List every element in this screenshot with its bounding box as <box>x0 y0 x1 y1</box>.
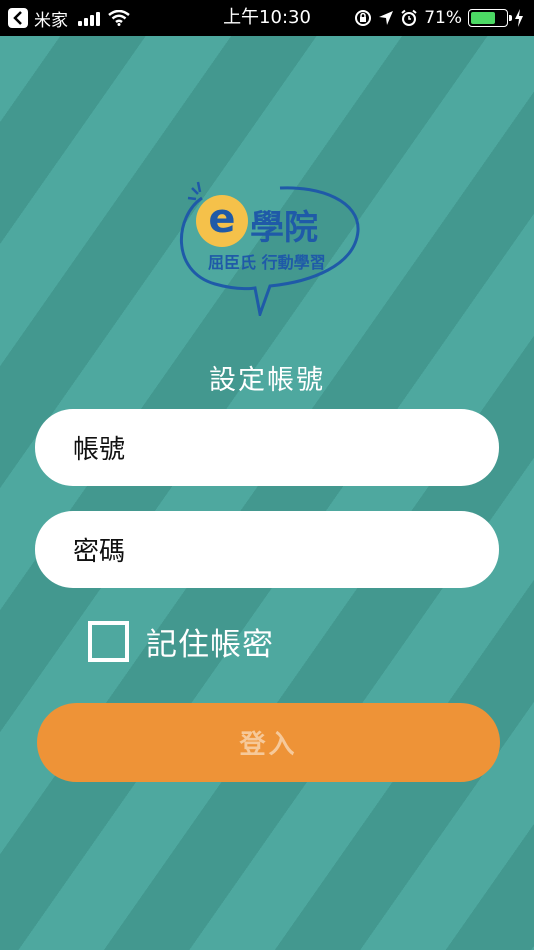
page-title: 設定帳號 <box>209 365 325 396</box>
battery-fill <box>471 12 496 24</box>
account-placeholder: 帳號 <box>73 435 126 465</box>
logo-letter: e <box>208 196 235 242</box>
password-placeholder: 密碼 <box>73 537 126 567</box>
location-icon <box>379 11 394 25</box>
battery-icon <box>468 9 512 27</box>
password-input[interactable]: 密碼 <box>35 511 499 588</box>
orientation-lock-icon <box>355 10 372 26</box>
remember-label[interactable]: 記住帳密 <box>146 619 274 664</box>
charging-icon <box>515 9 523 27</box>
battery-percent: 71% <box>424 8 462 28</box>
alarm-icon <box>401 9 417 26</box>
logo-tagline: 屈臣氏 行動學習 <box>208 253 326 272</box>
login-button[interactable]: 登入 <box>37 703 500 782</box>
status-bar: 米家 上午10:30 71% <box>0 0 534 36</box>
logo-brand-name: 學院 <box>250 208 318 248</box>
app-logo: e 學院 屈臣氏 行動學習 <box>180 181 360 316</box>
remember-credentials[interactable]: 記住帳密 <box>88 619 274 664</box>
login-label: 登入 <box>239 730 298 760</box>
remember-checkbox[interactable] <box>88 621 129 662</box>
account-input[interactable]: 帳號 <box>35 409 499 486</box>
